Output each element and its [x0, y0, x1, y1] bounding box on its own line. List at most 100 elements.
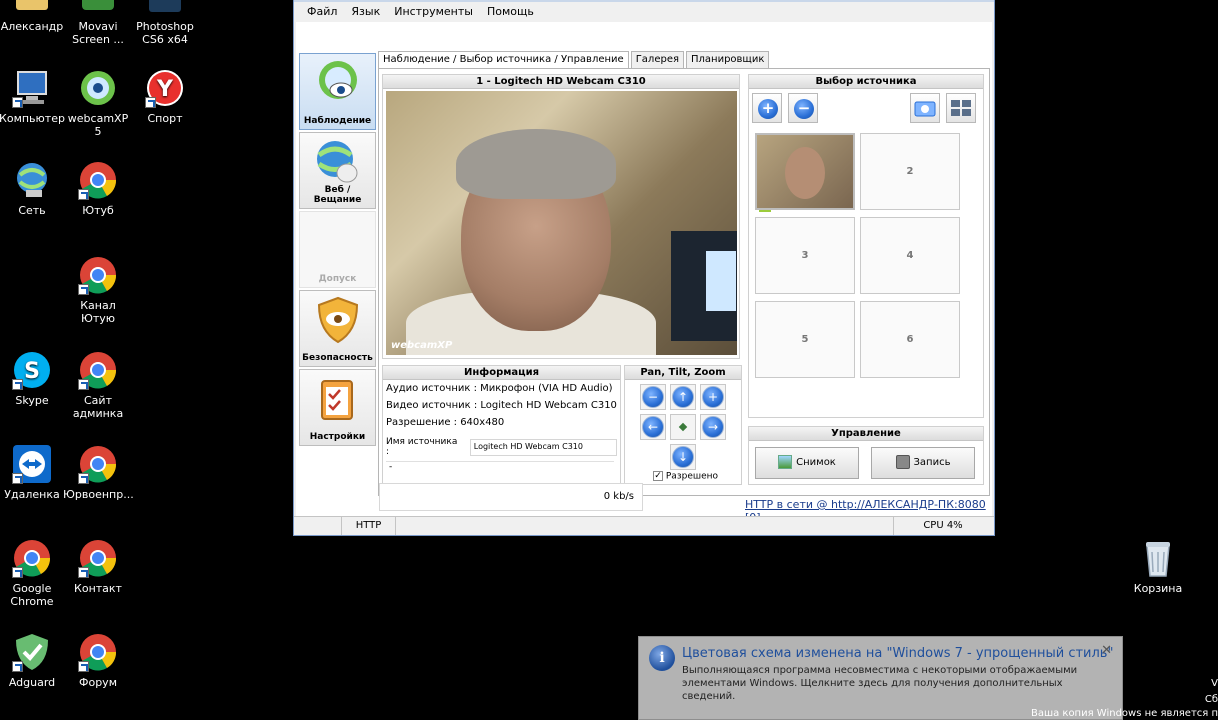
record-label: Запись — [913, 457, 951, 468]
windows-watermark-2: Сб — [1204, 694, 1218, 705]
close-icon[interactable]: ✕ — [1101, 643, 1112, 658]
menu-bar: Файл Язык Инструменты Помощь — [294, 2, 994, 22]
desktop-icon-youtube-chrome[interactable]: Ютуб — [63, 160, 133, 217]
nav-settings[interactable]: Настройки — [299, 369, 376, 446]
bandwidth-box: 0 kb/s — [379, 483, 643, 511]
desktop-icon-yurvoenpr[interactable]: Юрвоенпр... — [63, 444, 134, 501]
skype-icon: S — [12, 350, 52, 390]
shield-eye-icon — [313, 295, 363, 345]
arrow-left-icon[interactable]: ← — [642, 416, 664, 438]
info-video-source: Видео источник : Logitech HD Webcam C310 — [386, 400, 617, 411]
desktop-icon-movavi[interactable]: Movavi Screen ... — [63, 0, 133, 46]
source-name-input[interactable]: Logitech HD Webcam C310 — [469, 438, 617, 456]
snapshot-button[interactable]: Снимок — [755, 447, 859, 479]
tab-scheduler[interactable]: Планировщик — [686, 51, 770, 68]
video-group: 1 - Logitech HD Webcam C310 webcamXP — [382, 74, 740, 359]
globe-broadcast-icon — [313, 137, 363, 187]
grid-layout-button[interactable] — [946, 93, 976, 123]
source-cell-5[interactable]: 5 — [755, 301, 855, 378]
film-reel-icon — [895, 455, 910, 469]
zoom-in-icon[interactable]: + — [702, 386, 724, 408]
source-cell-1[interactable] — [755, 133, 855, 212]
source-cell-3[interactable]: 3 — [755, 217, 855, 294]
desktop-icon-kontakt[interactable]: Контакт — [63, 538, 133, 595]
ptz-enabled-label: Разрешено — [665, 471, 719, 482]
snapshot-label: Снимок — [796, 457, 836, 468]
arrow-right-icon[interactable]: → — [702, 416, 724, 438]
grid-layout-icon — [951, 100, 971, 116]
chrome-icon — [78, 538, 118, 578]
video-watermark: webcamXP — [391, 340, 453, 351]
bandwidth-value: 0 kb/s — [603, 491, 634, 502]
desktop-icon-teamviewer[interactable]: Удаленка — [0, 444, 67, 501]
ptz-enabled-checkbox[interactable]: ✓ — [653, 471, 663, 481]
chrome-icon — [78, 255, 118, 295]
webcam-eye-icon — [313, 58, 363, 108]
nav-web-broadcast[interactable]: Веб / Вещание — [299, 132, 376, 209]
desktop-icon-forum[interactable]: Форум — [63, 632, 133, 689]
info-audio-source: Аудио источник : Микрофон (VIA HD Audio) — [386, 383, 613, 394]
source-properties-button[interactable] — [910, 93, 940, 123]
desktop-icon-user[interactable]: Александр — [0, 0, 67, 33]
desktop-icon-admin-site[interactable]: Сайт админка — [63, 350, 133, 420]
info-extra: - — [386, 461, 614, 473]
desktop-icon-google-chrome[interactable]: Google Chrome — [0, 538, 67, 608]
webcamxp-window: Файл Язык Инструменты Помощь Наблюдение … — [293, 0, 995, 536]
windows-watermark-3: Ваша копия Windows не является п — [1030, 708, 1218, 719]
source-cell-2[interactable]: 2 — [860, 133, 960, 210]
source-name-row: Имя источника : Logitech HD Webcam C310 — [383, 437, 620, 457]
arrow-up-icon[interactable]: ↑ — [672, 386, 694, 408]
zoom-out-icon[interactable]: − — [642, 386, 664, 408]
info-resolution: Разрешение : 640x480 — [386, 417, 505, 428]
tab-surveillance[interactable]: Наблюдение / Выбор источника / Управлени… — [378, 51, 629, 69]
info-icon: i — [649, 645, 675, 671]
tab-bar: Наблюдение / Выбор источника / Управлени… — [378, 51, 771, 69]
menu-file[interactable]: Файл — [300, 2, 344, 22]
adguard-shield-icon — [12, 632, 52, 672]
source-title: Выбор источника — [749, 75, 983, 89]
ptz-right-wrap: → — [700, 414, 726, 440]
desktop-icon-adguard[interactable]: Adguard — [0, 632, 67, 689]
status-http: HTTP — [342, 517, 396, 535]
nav-surveillance[interactable]: Наблюдение — [299, 53, 376, 130]
thumbnail-face — [785, 147, 825, 199]
ptz-center-wrap[interactable] — [670, 414, 696, 440]
ptz-title: Pan, Tilt, Zoom — [625, 366, 741, 380]
source-cell-4[interactable]: 4 — [860, 217, 960, 294]
record-button[interactable]: Запись — [871, 447, 975, 479]
status-cpu: CPU 4% — [923, 520, 963, 531]
desktop-icon-sport[interactable]: Y Спорт — [130, 68, 200, 125]
minus-icon: − — [794, 99, 814, 119]
menu-tools[interactable]: Инструменты — [387, 2, 480, 22]
remove-source-button[interactable]: − — [788, 93, 818, 123]
desktop-icon-skype[interactable]: S Skype — [0, 350, 67, 407]
ptz-zoom-in-wrap: + — [700, 384, 726, 410]
nav-security[interactable]: Безопасность — [299, 290, 376, 367]
menu-help[interactable]: Помощь — [480, 2, 541, 22]
svg-text:Y: Y — [156, 77, 174, 102]
photoshop-icon — [145, 0, 185, 16]
yandex-browser-icon: Y — [145, 68, 185, 108]
thumbnail-level-bar — [759, 210, 771, 212]
menu-language[interactable]: Язык — [344, 2, 387, 22]
tab-panel: 1 - Logitech HD Webcam C310 webcamXP Инф… — [378, 68, 990, 496]
video-feed[interactable]: webcamXP — [386, 91, 737, 355]
chrome-icon — [78, 632, 118, 672]
status-cell-empty — [294, 517, 342, 535]
user-folder-icon — [12, 0, 52, 16]
status-middle — [396, 517, 894, 535]
desktop-icon-youtube-channel[interactable]: Канал Ютую — [63, 255, 133, 325]
source-cell-6[interactable]: 6 — [860, 301, 960, 378]
tab-gallery[interactable]: Галерея — [630, 51, 684, 68]
desktop-icon-network[interactable]: Сеть — [0, 160, 67, 217]
desktop-icon-webcamxp[interactable]: webcamXP 5 — [63, 68, 133, 138]
arrow-down-icon[interactable]: ↓ — [672, 446, 694, 468]
desktop-icon-photoshop[interactable]: Photoshop CS6 x64 — [130, 0, 200, 46]
desktop-icon-recycle-bin[interactable]: Корзина — [1123, 538, 1193, 595]
ptz-up-wrap: ↑ — [670, 384, 696, 410]
add-source-button[interactable]: + — [752, 93, 782, 123]
desktop-icon-computer[interactable]: Компьютер — [0, 68, 67, 125]
network-globe-icon — [12, 160, 52, 200]
chrome-icon — [78, 444, 118, 484]
windows-watermark-1: V — [1211, 678, 1218, 689]
